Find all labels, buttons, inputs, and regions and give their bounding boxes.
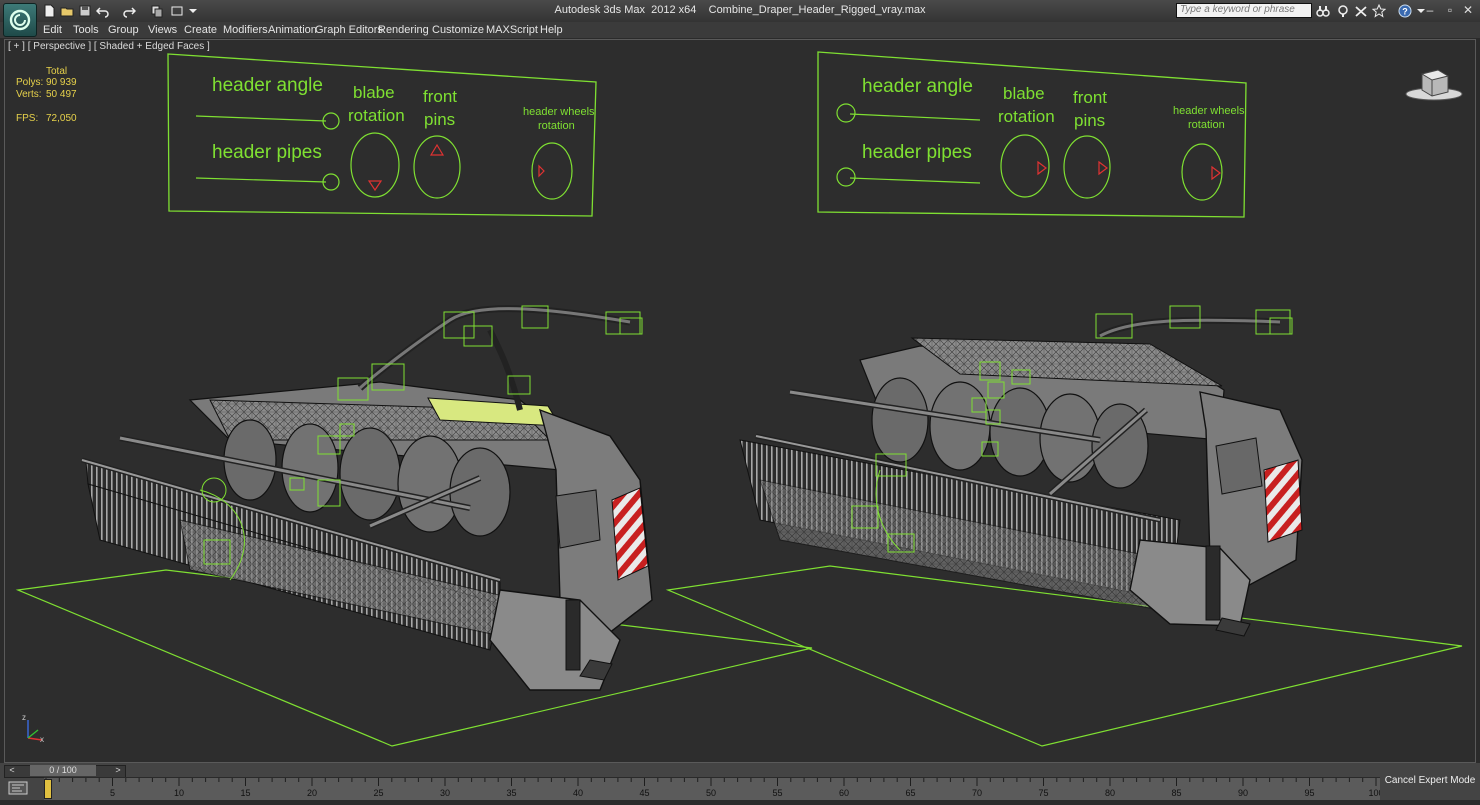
timeline-tick-label: 80 bbox=[1105, 788, 1115, 798]
axis-x-label: x bbox=[40, 735, 44, 744]
max-logo-icon bbox=[9, 9, 31, 31]
stats-polys-label: Polys: bbox=[16, 77, 44, 88]
right-wheels-label-1: header wheels bbox=[1173, 105, 1245, 117]
left-wheels-label-2: rotation bbox=[538, 120, 575, 132]
view-cube-icon[interactable] bbox=[1404, 64, 1464, 104]
timeline-tick-label: 70 bbox=[972, 788, 982, 798]
left-pins-label: pins bbox=[424, 110, 455, 129]
timeline-tick-label: 15 bbox=[240, 788, 250, 798]
app-logo-button[interactable] bbox=[3, 3, 37, 37]
left-front-label: front bbox=[423, 87, 457, 106]
timeline-tick-label: 5 bbox=[110, 788, 115, 798]
stats-fps-value: 72,050 bbox=[46, 113, 77, 124]
stats-verts-value: 50 497 bbox=[46, 89, 77, 100]
axis-z-label: z bbox=[22, 713, 26, 722]
left-header-model[interactable] bbox=[81, 305, 653, 691]
timeline-tick-label: 85 bbox=[1171, 788, 1181, 798]
right-wheels-label-2: rotation bbox=[1188, 119, 1225, 131]
timeline-ticks: 5 10 15 20 25 30 35 40 45 50 55 60 65 70 75 80 85 90 95 100 bbox=[45, 778, 1384, 798]
axis-gizmo: z x bbox=[22, 713, 44, 744]
viewport-label[interactable]: [ + ] [ Perspective ] [ Shaded + Edged F… bbox=[8, 41, 210, 52]
right-pins-label: pins bbox=[1074, 111, 1105, 130]
timeline-tick-label: 90 bbox=[1238, 788, 1248, 798]
right-header-pipes-label: header pipes bbox=[862, 142, 972, 163]
timeline-tick-label: 45 bbox=[639, 788, 649, 798]
timeline-cursor[interactable] bbox=[44, 779, 52, 799]
right-header-model[interactable] bbox=[739, 305, 1303, 637]
timeline-tick-label: 35 bbox=[506, 788, 516, 798]
left-rotation-label: rotation bbox=[348, 106, 405, 125]
track-view-icon[interactable] bbox=[8, 781, 28, 795]
timeline-tick-label: 10 bbox=[174, 788, 184, 798]
timeline-tick-label: 60 bbox=[839, 788, 849, 798]
stats-fps-label: FPS: bbox=[16, 113, 39, 124]
timeline-tick-label: 30 bbox=[440, 788, 450, 798]
left-wheels-label-1: header wheels bbox=[523, 106, 595, 118]
time-slider-thumb[interactable]: 0 / 100 bbox=[30, 765, 96, 776]
timeline-tick-label: 100 bbox=[1368, 788, 1380, 798]
cancel-expert-mode-button[interactable]: Cancel Expert Mode bbox=[1384, 770, 1476, 792]
left-header-pipes-label: header pipes bbox=[212, 142, 322, 163]
timeline-tick-label: 65 bbox=[905, 788, 915, 798]
left-header-angle-label: header angle bbox=[212, 75, 323, 96]
right-blabe-label: blabe bbox=[1003, 84, 1045, 103]
timeline-tick-label: 55 bbox=[772, 788, 782, 798]
right-front-label: front bbox=[1073, 88, 1107, 107]
right-header-angle-label: header angle bbox=[862, 76, 973, 97]
timeline-track[interactable]: 5 10 15 20 25 30 35 40 45 50 55 60 65 70 75 80 85 90 95 100 bbox=[44, 777, 1384, 800]
slider-next-button[interactable]: > bbox=[112, 765, 124, 776]
timeline-tick-label: 20 bbox=[307, 788, 317, 798]
right-rotation-label: rotation bbox=[998, 107, 1055, 126]
timeline-tick-label: 40 bbox=[573, 788, 583, 798]
timeline-tick-label: 25 bbox=[373, 788, 383, 798]
timeline-tick-label: 95 bbox=[1304, 788, 1314, 798]
timeline-tick-label: 50 bbox=[706, 788, 716, 798]
timeline-tick-label: 75 bbox=[1038, 788, 1048, 798]
slider-prev-button[interactable]: < bbox=[6, 765, 18, 776]
stats-polys-value: 90 939 bbox=[46, 77, 77, 88]
stats-verts-label: Verts: bbox=[16, 89, 42, 100]
left-blabe-label: blabe bbox=[353, 83, 395, 102]
viewport-scene: header angle header pipes blabe rotation… bbox=[15, 51, 1463, 747]
